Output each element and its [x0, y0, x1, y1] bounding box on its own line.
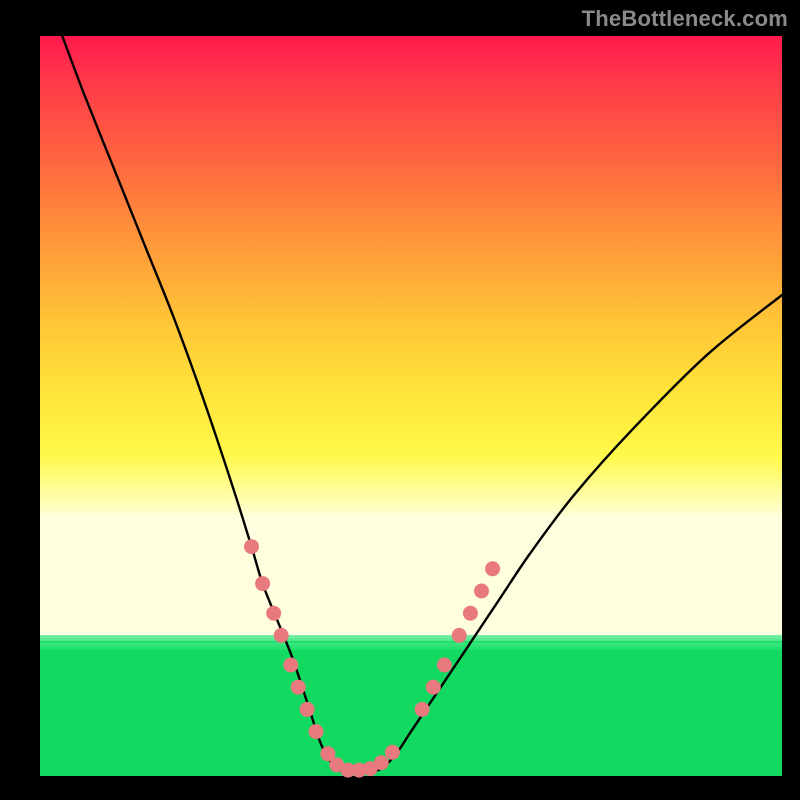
- curve-marker: [485, 561, 500, 576]
- curve-markers: [244, 539, 500, 778]
- curve-marker: [463, 606, 478, 621]
- curve-marker: [291, 680, 306, 695]
- curve-marker: [374, 755, 389, 770]
- curve-marker: [300, 702, 315, 717]
- bottleneck-curve: [62, 36, 782, 773]
- chart-frame: TheBottleneck.com: [0, 0, 800, 800]
- curve-marker: [274, 628, 289, 643]
- curve-marker: [426, 680, 441, 695]
- curve-marker: [283, 658, 298, 673]
- curve-marker: [255, 576, 270, 591]
- watermark-text: TheBottleneck.com: [582, 6, 788, 32]
- curve-marker: [266, 606, 281, 621]
- curve-marker: [437, 658, 452, 673]
- curve-marker: [385, 745, 400, 760]
- curve-marker: [452, 628, 467, 643]
- curve-marker: [415, 702, 430, 717]
- plot-area: [40, 36, 782, 776]
- curve-marker: [474, 584, 489, 599]
- curve-marker: [244, 539, 259, 554]
- curve-layer: [40, 36, 782, 776]
- curve-marker: [309, 724, 324, 739]
